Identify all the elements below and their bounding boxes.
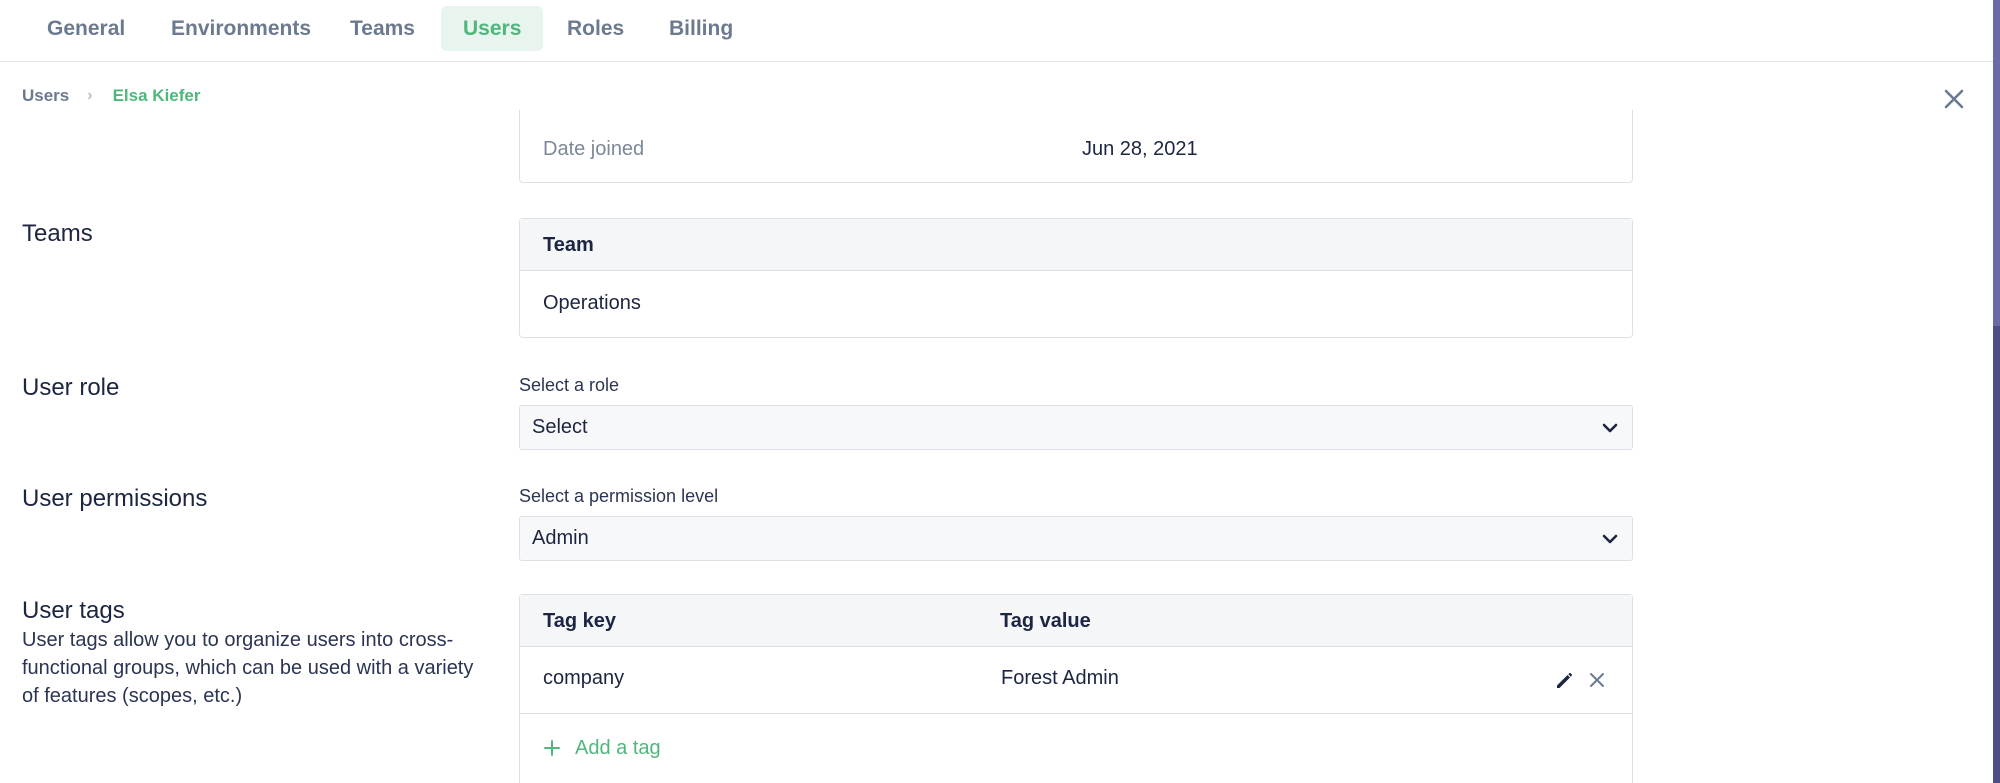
add-tag-label: Add a tag <box>575 737 661 759</box>
role-field-label: Select a role <box>519 375 620 395</box>
user-tags-section-label: User tags <box>22 597 125 624</box>
tab-general[interactable]: General <box>25 6 147 51</box>
role-select-value: Select <box>532 416 588 438</box>
team-column-header: Team <box>543 234 594 256</box>
breadcrumb: Users › Elsa Kiefer <box>22 84 200 108</box>
tab-billing[interactable]: Billing <box>647 6 755 51</box>
close-icon[interactable] <box>1941 86 1967 112</box>
role-select[interactable]: Select <box>519 405 1633 450</box>
chevron-down-icon <box>1602 534 1618 544</box>
breadcrumb-current: Elsa Kiefer <box>112 86 201 105</box>
user-permissions-section-label: User permissions <box>22 485 208 512</box>
plus-icon <box>544 740 560 756</box>
tag-key-cell: company <box>543 667 625 689</box>
scrollbar-thumb[interactable] <box>1993 326 2000 783</box>
user-role-section-label: User role <box>22 374 120 401</box>
tag-key-column-header: Tag key <box>543 610 616 632</box>
pencil-icon[interactable] <box>1553 668 1577 692</box>
teams-table-header: Team <box>520 219 1632 271</box>
chevron-down-icon <box>1602 423 1618 433</box>
x-icon[interactable] <box>1585 668 1609 692</box>
permission-select[interactable]: Admin <box>519 516 1633 561</box>
teams-table: Team Operations <box>519 218 1633 338</box>
add-tag-button[interactable]: Add a tag <box>543 715 661 781</box>
user-tags-description: User tags allow you to organize users in… <box>22 629 474 707</box>
team-row: Operations <box>543 292 641 314</box>
tag-value-column-header: Tag value <box>1000 610 1091 632</box>
breadcrumb-users-link[interactable]: Users <box>22 86 69 106</box>
tag-value-cell: Forest Admin <box>1001 667 1119 689</box>
date-joined-label: Date joined <box>543 138 645 160</box>
tags-table: Tag key Tag value company Forest Admin A… <box>519 594 1633 783</box>
date-joined-value: Jun 28, 2021 <box>1082 138 1198 160</box>
top-navigation: General Environments Teams Users Roles B… <box>0 0 1993 62</box>
chevron-right-icon: › <box>87 87 93 104</box>
permission-field-label: Select a permission level <box>519 486 719 506</box>
tab-environments[interactable]: Environments <box>149 6 333 51</box>
details-card: Date joined Jun 28, 2021 <box>519 110 1633 183</box>
tab-teams[interactable]: Teams <box>328 6 437 51</box>
teams-section-label: Teams <box>22 220 93 247</box>
tags-table-header: Tag key Tag value <box>520 595 1632 647</box>
add-tag-row: Add a tag <box>520 715 1632 781</box>
tab-roles[interactable]: Roles <box>545 6 646 51</box>
permission-select-value: Admin <box>532 527 589 549</box>
tab-users[interactable]: Users <box>441 6 544 51</box>
tag-row: company Forest Admin <box>520 647 1632 714</box>
